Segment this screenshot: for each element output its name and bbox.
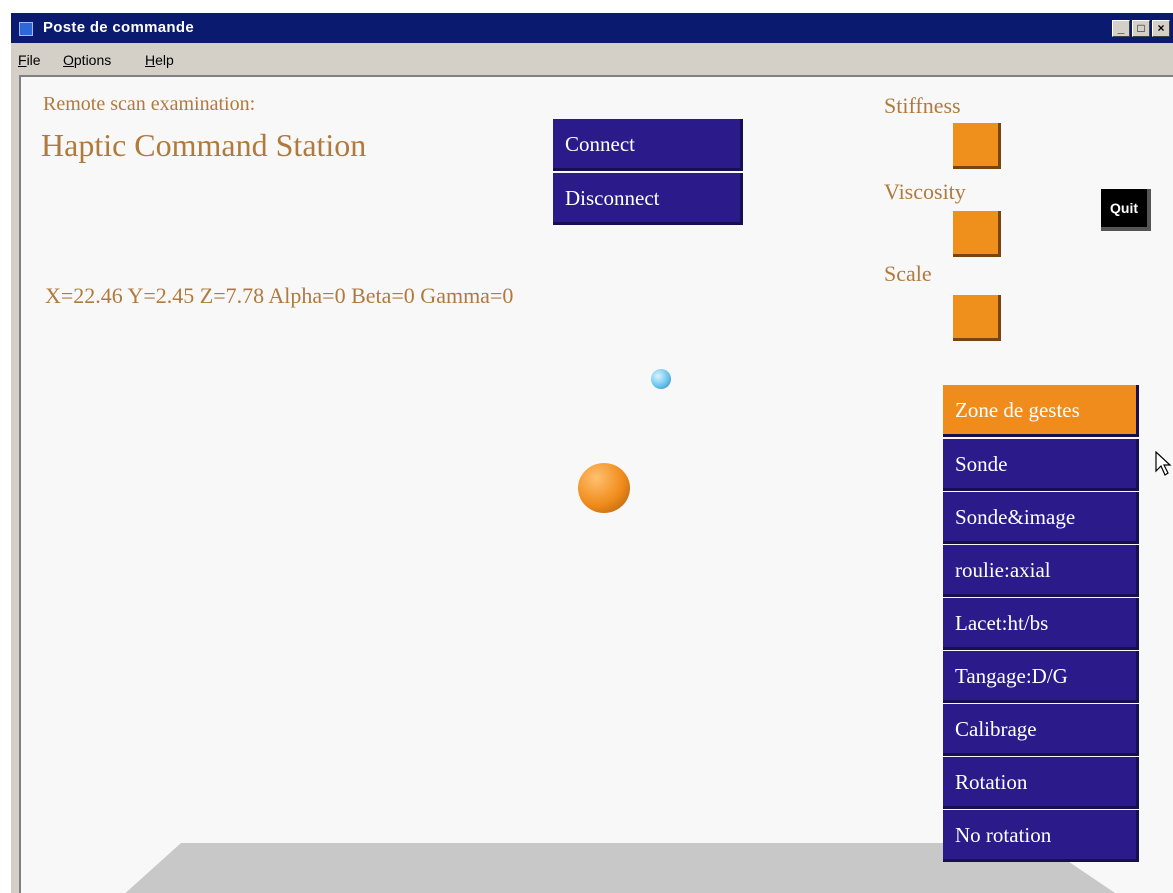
mode-calibrage-button[interactable]: Calibrage [943,704,1139,756]
menu-help-mnemonic: H [145,52,156,68]
menu-bar: File Options Help [11,43,1173,75]
stiffness-label: Stiffness [884,93,961,118]
viscosity-control[interactable] [953,211,1001,257]
app-icon [19,22,33,36]
connect-button[interactable]: Connect [553,119,743,171]
mode-zone-de-gestes-button[interactable]: Zone de gestes [943,385,1139,437]
menu-file-label: ile [26,52,41,68]
mode-rotation-button[interactable]: Rotation [943,757,1139,809]
maximize-button[interactable]: □ [1132,20,1150,37]
disconnect-button[interactable]: Disconnect [553,173,743,225]
quit-button[interactable]: Quit [1101,189,1151,231]
mode-lacet-button[interactable]: Lacet:ht/bs [943,598,1139,650]
menu-options[interactable]: Options [63,52,111,68]
title-bar[interactable]: Poste de commande _ □ × [11,13,1173,43]
stiffness-control[interactable] [953,123,1001,169]
menu-options-label: ptions [73,52,112,68]
minimize-button[interactable]: _ [1112,20,1130,37]
window-title: Poste de commande [43,19,194,36]
haptic-cursor-sphere [578,463,630,513]
scene-subtitle: Remote scan examination: [43,93,256,115]
coordinates-readout: X=22.46 Y=2.45 Z=7.78 Alpha=0 Beta=0 Gam… [45,283,514,308]
viscosity-label: Viscosity [884,179,966,204]
mode-sonde-button[interactable]: Sonde [943,439,1139,491]
mode-roulie-axial-button[interactable]: roulie:axial [943,545,1139,597]
menu-help-label: elp [155,52,174,68]
probe-target-sphere [651,369,671,389]
mode-no-rotation-button[interactable]: No rotation [943,810,1139,862]
app-window: Poste de commande _ □ × File Options Hel… [9,11,1173,893]
scene-title: Haptic Command Station [41,127,367,163]
menu-file[interactable]: File [18,52,41,68]
mode-sonde-image-button[interactable]: Sonde&image [943,492,1139,544]
menu-file-mnemonic: F [18,52,27,68]
scale-label: Scale [884,261,932,286]
mouse-pointer-icon [1155,451,1172,476]
close-button[interactable]: × [1152,20,1170,37]
mode-tangage-button[interactable]: Tangage:D/G [943,651,1139,703]
3d-scene-canvas[interactable]: Remote scan examination: Haptic Command … [19,75,1173,893]
scale-control[interactable] [953,295,1001,341]
menu-options-mnemonic: O [63,52,74,68]
menu-help[interactable]: Help [145,52,174,68]
